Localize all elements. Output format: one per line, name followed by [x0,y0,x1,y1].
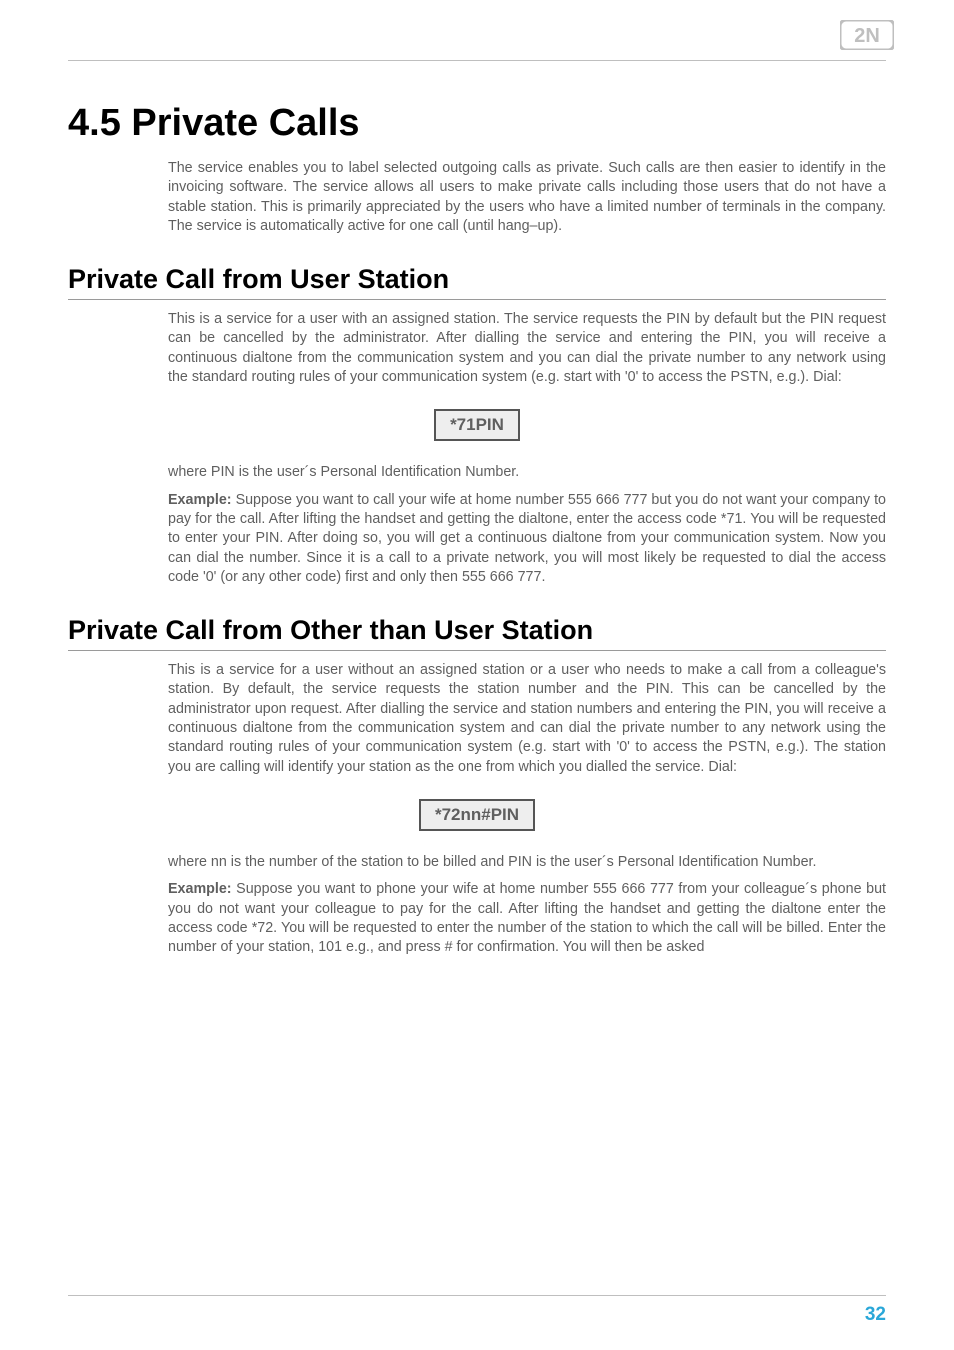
section1-paragraph2: where PIN is the user´s Personal Identif… [168,463,886,482]
dial-code-1: *71PIN [434,409,520,441]
section-heading-user-station: Private Call from User Station [68,264,886,300]
section1-paragraph1: This is a service for a user with an ass… [168,310,886,387]
example-label-2: Example: [168,881,232,897]
intro-paragraph: The service enables you to label selecte… [168,159,886,236]
brand-logo: 2N [840,20,894,50]
page-root: 2N 4.5 Private Calls The service enables… [0,0,954,957]
code-box-2-wrap: *72nn#PIN [68,799,886,831]
example-text-1: Suppose you want to call your wife at ho… [168,492,886,585]
dial-code-2: *72nn#PIN [419,799,535,831]
page-number: 32 [865,1304,886,1326]
example-text-2: Suppose you want to phone your wife at h… [168,881,886,955]
header-rule [68,60,886,61]
2n-logo-icon: 2N [840,20,894,50]
page-content: 4.5 Private Calls The service enables yo… [68,30,886,957]
section2-example: Example: Suppose you want to phone your … [168,880,886,957]
example-label-1: Example: [168,492,232,508]
section2-paragraph2: where nn is the number of the station to… [168,853,886,872]
page-title: 4.5 Private Calls [68,102,886,145]
section-heading-other-station: Private Call from Other than User Statio… [68,615,886,651]
code-box-1-wrap: *71PIN [68,409,886,441]
section1-example: Example: Suppose you want to call your w… [168,491,886,587]
footer-rule [68,1295,886,1296]
section2-paragraph1: This is a service for a user without an … [168,661,886,777]
svg-text:2N: 2N [854,25,880,47]
